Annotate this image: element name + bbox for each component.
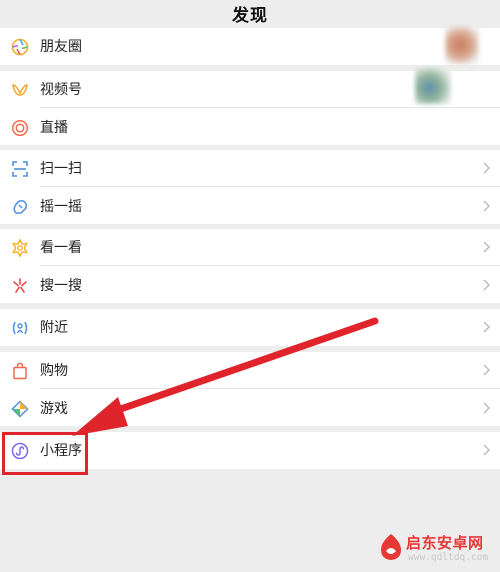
- watermark-logo-icon: [381, 534, 401, 560]
- watermark-url: www.qdltdq.com: [408, 552, 489, 563]
- watermark: 启东安卓网 www.qdltdq.com: [378, 530, 500, 572]
- annotation-arrow: [72, 317, 379, 436]
- watermark-brand: 启东安卓网: [406, 534, 484, 552]
